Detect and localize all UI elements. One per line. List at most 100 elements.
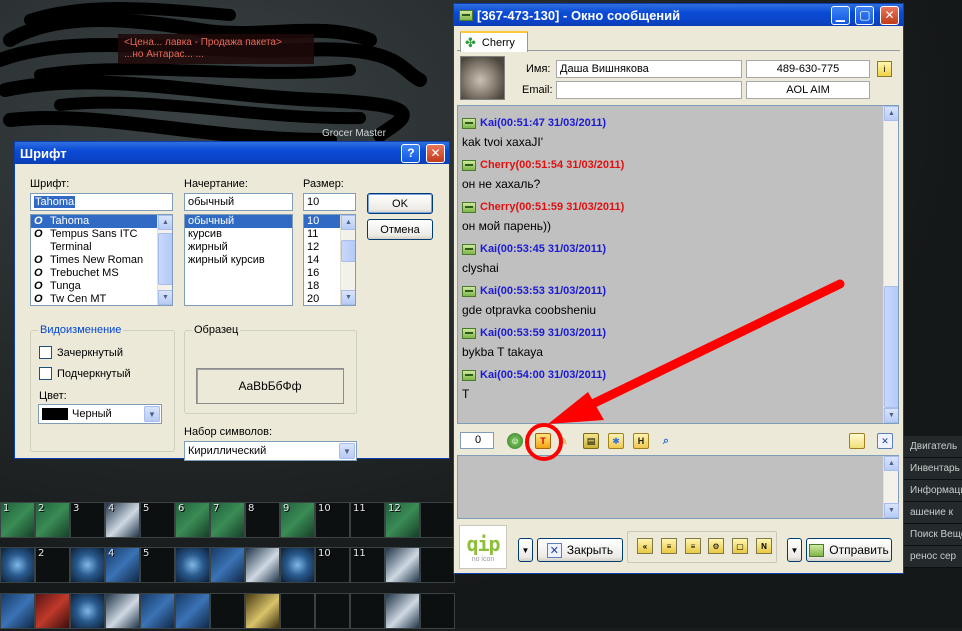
minimize-button[interactable]: ▁ bbox=[830, 5, 850, 25]
empty-slot-icon[interactable]: 5 bbox=[140, 547, 175, 583]
font-dialog-titlebar[interactable]: Шрифт ? ✕ bbox=[15, 142, 449, 164]
empty-slot-icon[interactable] bbox=[210, 593, 245, 629]
text-format-icon[interactable]: T bbox=[535, 433, 551, 449]
checkbox-box[interactable] bbox=[39, 367, 52, 380]
axe-skill-icon[interactable] bbox=[105, 593, 140, 629]
game-menu-item[interactable]: Поиск Вещей bbox=[904, 524, 962, 546]
spiral-skill-icon[interactable] bbox=[70, 593, 105, 629]
hand-skill-icon[interactable] bbox=[175, 593, 210, 629]
history-icon[interactable]: H bbox=[633, 433, 649, 449]
style-list[interactable]: обычный курсив жирный жирный курсив bbox=[184, 214, 293, 306]
spiral-skill-icon[interactable] bbox=[0, 547, 35, 583]
quote-icon[interactable]: « bbox=[637, 538, 653, 554]
font-list-item[interactable]: O Times New Roman bbox=[31, 254, 172, 267]
empty-slot-icon[interactable]: 8 bbox=[245, 502, 280, 538]
message-window-titlebar[interactable]: [367-473-130] - Окно сообщений ▁ ▢ ✕ bbox=[454, 4, 903, 26]
empty-slot-icon[interactable] bbox=[420, 547, 455, 583]
running-man-icon[interactable] bbox=[385, 547, 420, 583]
close-button[interactable]: ✕ bbox=[880, 5, 899, 25]
empty-slot-icon[interactable]: 3 bbox=[70, 502, 105, 538]
close-icon[interactable]: ✕ bbox=[877, 433, 893, 449]
file-transfer-icon[interactable]: ▤ bbox=[583, 433, 599, 449]
crossed-swords-icon[interactable]: 7 bbox=[210, 502, 245, 538]
info-icon[interactable]: i bbox=[877, 61, 892, 77]
game-menu-item[interactable]: Двигатель bbox=[904, 436, 962, 458]
font-list[interactable]: O Tahoma O Tempus Sans ITC Terminal O Times Ne… bbox=[30, 214, 173, 306]
empty-slot-icon[interactable] bbox=[350, 593, 385, 629]
sword-skill-icon[interactable]: 1 bbox=[0, 502, 35, 538]
scroll-down-icon[interactable]: ▼ bbox=[341, 290, 355, 305]
spiral-skill-icon[interactable] bbox=[280, 547, 315, 583]
scroll-thumb[interactable] bbox=[884, 286, 898, 408]
sword-skill-icon[interactable]: 12 bbox=[385, 502, 420, 538]
scroll-thumb[interactable] bbox=[341, 240, 355, 262]
scroll-up-icon[interactable]: ▲ bbox=[884, 456, 899, 471]
cancel-button[interactable]: Отмена bbox=[367, 219, 433, 240]
game-menu-item[interactable]: Информация bbox=[904, 480, 962, 502]
close-button[interactable]: ✕ bbox=[426, 143, 445, 163]
empty-slot-icon[interactable]: 10 bbox=[315, 547, 350, 583]
font-list-item[interactable]: O Tahoma bbox=[31, 215, 172, 228]
empty-slot-icon[interactable]: 10 bbox=[315, 502, 350, 538]
running-man-icon[interactable]: 4 bbox=[105, 502, 140, 538]
font-list-item[interactable]: O Tw Cen MT bbox=[31, 293, 172, 305]
style-input[interactable]: обычный bbox=[184, 193, 293, 211]
font-list-item[interactable]: Terminal bbox=[31, 241, 172, 254]
maximize-button[interactable]: ▢ bbox=[855, 5, 875, 25]
potion-icon[interactable] bbox=[140, 593, 175, 629]
fist-skill-icon[interactable] bbox=[35, 593, 70, 629]
template-icon[interactable]: ≡ bbox=[661, 538, 677, 554]
send-options-dropdown[interactable]: ▼ bbox=[787, 538, 802, 562]
empty-slot-icon[interactable] bbox=[420, 502, 455, 538]
spiral-skill-icon[interactable] bbox=[175, 547, 210, 583]
empty-slot-icon[interactable]: 5 bbox=[140, 502, 175, 538]
font-list-item[interactable]: O Tempus Sans ITC bbox=[31, 228, 172, 241]
chevron-down-icon[interactable]: ▼ bbox=[144, 406, 160, 422]
scroll-up-icon[interactable]: ▲ bbox=[341, 215, 355, 230]
window-icon[interactable]: ▢ bbox=[732, 538, 748, 554]
input-scrollbar[interactable]: ▲ ▼ bbox=[883, 456, 899, 518]
chat-history[interactable]: Kai (00:51:47 31/03/2011) kak tvoi xaxaJI… bbox=[457, 105, 899, 424]
empty-slot-icon[interactable] bbox=[420, 593, 455, 629]
light-pillar-icon[interactable] bbox=[245, 547, 280, 583]
checkbox-box[interactable] bbox=[39, 346, 52, 359]
style-list-item[interactable]: курсив bbox=[185, 228, 292, 241]
chest-icon[interactable]: 9 bbox=[280, 502, 315, 538]
scroll-down-icon[interactable]: ▼ bbox=[884, 503, 899, 518]
font-list-scrollbar[interactable]: ▲ ▼ bbox=[157, 215, 172, 305]
message-input[interactable]: ▲ ▼ bbox=[457, 455, 899, 519]
scroll-down-icon[interactable]: ▼ bbox=[158, 290, 172, 305]
game-menu-item[interactable]: Инвентарь bbox=[904, 458, 962, 480]
sword-skill-icon[interactable]: 6 bbox=[175, 502, 210, 538]
underline-checkbox[interactable]: Подчеркнутый bbox=[39, 367, 131, 380]
size-input[interactable]: 10 bbox=[303, 193, 356, 211]
game-menu-item[interactable]: ренос сер bbox=[904, 546, 962, 568]
search-icon[interactable]: ⌕ bbox=[658, 433, 674, 449]
size-list-scrollbar[interactable]: ▲ ▼ bbox=[340, 215, 355, 305]
tag-icon[interactable]: ✎ bbox=[555, 433, 571, 449]
blade-skill-icon[interactable] bbox=[0, 593, 35, 629]
spiral-skill-icon[interactable] bbox=[70, 547, 105, 583]
color-select[interactable]: Черный ▼ bbox=[38, 404, 162, 424]
strikeout-checkbox[interactable]: Зачеркнутый bbox=[39, 346, 123, 359]
chat-scrollbar[interactable]: ▲ ▼ bbox=[883, 106, 898, 423]
ok-button[interactable]: OK bbox=[367, 193, 433, 214]
style-list-item[interactable]: жирный курсив bbox=[185, 254, 292, 267]
sword-skill-icon[interactable]: 2 bbox=[35, 502, 70, 538]
empty-slot-icon[interactable]: 11 bbox=[350, 547, 385, 583]
n-icon[interactable]: N bbox=[756, 538, 772, 554]
font-list-item[interactable]: O Trebuchet MS bbox=[31, 267, 172, 280]
smiley-icon[interactable]: ☺ bbox=[507, 433, 523, 449]
style-list-item[interactable]: жирный bbox=[185, 241, 292, 254]
note-icon[interactable] bbox=[849, 433, 865, 449]
game-menu-item[interactable]: ашение к bbox=[904, 502, 962, 524]
scroll-up-icon[interactable]: ▲ bbox=[158, 215, 172, 230]
scroll-down-icon[interactable]: ▼ bbox=[884, 408, 898, 423]
crowd-skill-icon[interactable] bbox=[210, 547, 245, 583]
font-name-input[interactable]: Tahoma bbox=[30, 193, 173, 211]
empty-slot-icon[interactable]: 2 bbox=[35, 547, 70, 583]
key-icon[interactable] bbox=[245, 593, 280, 629]
help-button[interactable]: ? bbox=[401, 143, 421, 163]
send-button[interactable]: Отправить bbox=[806, 538, 892, 562]
style-list-item[interactable]: обычный bbox=[185, 215, 292, 228]
